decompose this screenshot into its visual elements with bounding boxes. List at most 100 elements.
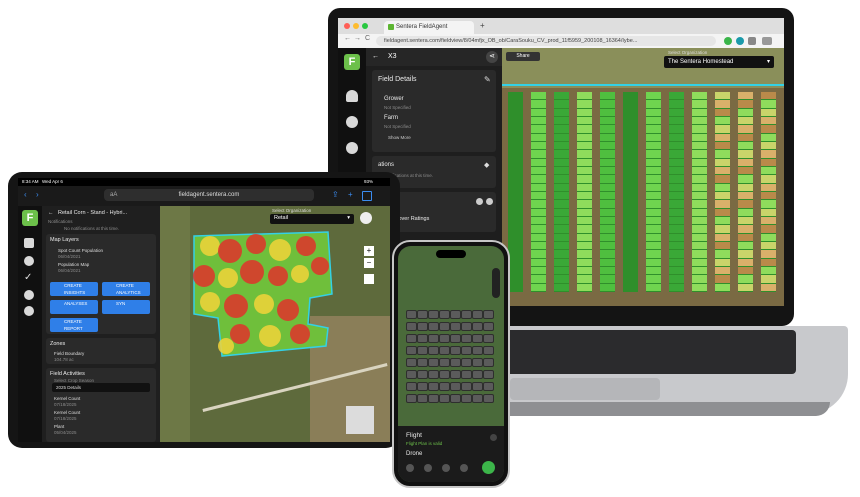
create-analytics-button[interactable]: CREATE ANALYTICS [102,282,150,296]
plot-cell [738,275,753,283]
plot-cell [577,100,592,108]
settings-icon[interactable] [406,464,414,472]
create-insights-button[interactable]: CREATE INSIGHTS [50,282,98,296]
user-icon[interactable] [24,238,34,248]
start-flight-button[interactable] [482,461,495,474]
forward-button[interactable]: → [354,35,361,42]
plot-cell [577,266,592,275]
field-map[interactable]: Share Select Organization The Sentera Ho… [502,48,784,306]
plus-icon[interactable]: + [348,190,353,199]
check-icon[interactable]: ✓ [24,272,32,283]
plot-cell [554,208,569,216]
zoom-in-button[interactable]: + [364,246,374,256]
plot-cell [692,108,707,116]
create-report-button[interactable]: CREATE REPORT [50,318,98,332]
show-more-link[interactable]: Show More [388,135,411,140]
analyses-button[interactable]: ANALYSES [50,300,98,314]
layer-label[interactable]: Population Map [58,262,89,267]
activity-label[interactable]: Plant [54,424,64,429]
new-tab-button[interactable]: + [480,21,485,30]
zone-item[interactable]: Field Boundary [54,351,84,356]
fieldagent-logo[interactable]: F [344,54,360,70]
flight-grid-cell [406,334,417,343]
minimap[interactable] [346,406,374,434]
activity-label[interactable]: Kernel Count [54,396,80,401]
plot-cell [715,133,730,141]
back-chevron-icon[interactable]: ‹ [24,190,27,199]
maximize-window-icon[interactable] [362,23,368,29]
plot-cell [738,225,753,233]
map-icon[interactable] [460,464,468,472]
user-icon[interactable] [346,90,358,102]
plot-cell [761,116,776,125]
plot-cell [738,250,753,258]
plot-cell [715,150,730,158]
plot-cell [623,100,638,108]
season-select[interactable]: 2025 Details [52,383,150,392]
share-icon[interactable]: ⋖ [486,51,498,63]
plot-cell [531,125,546,133]
map-controls[interactable] [492,268,500,298]
browser-tab[interactable]: Sentera FieldAgent [384,21,474,34]
plot-cell [669,250,684,258]
forward-chevron-icon[interactable]: › [36,190,39,199]
tablet-address-bar[interactable]: aA fieldagent.sentera.com [104,189,314,201]
minimize-window-icon[interactable] [353,23,359,29]
plot-cell [761,225,776,233]
plot-cell [531,116,546,125]
flight-grid-cell [483,334,494,343]
flight-grid-cell [428,346,439,355]
text-size-button[interactable]: aA [110,189,117,201]
edit-pencil-icon[interactable]: ✎ [484,75,491,84]
back-button[interactable]: ← [344,35,351,42]
back-arrow-icon[interactable]: ← [372,48,379,66]
paw-icon[interactable] [24,290,34,300]
plot-cell [577,141,592,150]
address-bar[interactable]: fieldagent.sentera.com/fieldview/8/04mfj… [376,36,716,46]
gear-icon[interactable] [486,198,493,205]
fieldagent-logo[interactable]: F [22,210,38,226]
plot-cell [646,133,661,141]
share-icon[interactable]: ⇪ [332,190,339,199]
puzzle-icon[interactable] [748,37,756,45]
plot-cell [738,166,753,175]
org-select[interactable]: The Sentera Homestead ▾ [664,56,774,68]
heat-spot [200,236,220,256]
notifications-empty: No notifications at this time. [64,226,120,231]
menu-icon[interactable] [762,37,772,45]
share-button[interactable]: Share [506,52,540,61]
extension-icon[interactable] [724,37,732,45]
heatmap-view[interactable]: Select Organization Retail ▾ + − [160,206,390,442]
sync-button[interactable]: SYN [102,300,150,314]
org-select[interactable]: Retail ▾ [270,214,354,224]
avatar[interactable] [360,212,372,224]
org-name: The Sentera Homestead [668,59,734,65]
plot-column [577,92,592,292]
plot-cell [600,150,615,158]
flight-grid-cell [417,346,428,355]
layers-icon[interactable] [476,198,483,205]
gear-icon[interactable] [346,142,358,154]
bell-icon[interactable]: ◆ [484,161,489,169]
gear-icon[interactable] [24,306,34,316]
plot-cell [623,283,638,291]
plot-cell [600,108,615,116]
layers-toggle-icon[interactable] [364,274,374,284]
paw-icon[interactable] [346,116,358,128]
activity-label[interactable]: Kernel Count [54,410,80,415]
flight-grid-cell [439,334,450,343]
reload-button[interactable]: C [365,35,370,42]
flight-grid-cell [472,382,483,391]
layer-label[interactable]: Spot Count Population [58,248,103,253]
extension-icon[interactable] [736,37,744,45]
close-window-icon[interactable] [344,23,350,29]
photo-icon[interactable] [442,464,450,472]
info-icon[interactable] [490,434,497,441]
tabs-icon[interactable] [362,191,372,201]
camera-icon[interactable] [424,464,432,472]
cloud-icon[interactable] [24,256,34,266]
plot-cell [738,175,753,183]
org-selector[interactable]: Select Organization The Sentera Homestea… [664,48,774,70]
zoom-out-button[interactable]: − [364,258,374,268]
header-back-arrow[interactable]: ← [48,210,54,216]
